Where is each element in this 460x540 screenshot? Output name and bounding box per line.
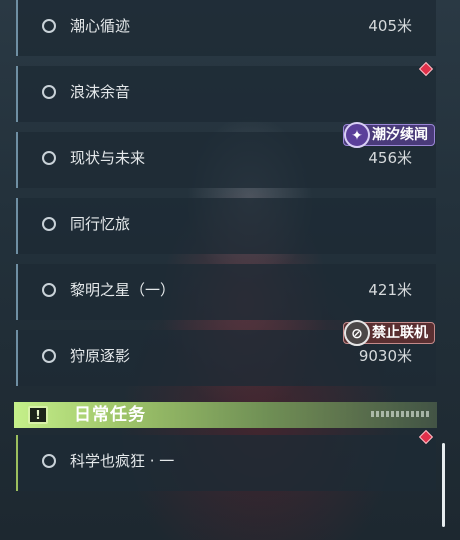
quest-name: 浪沫余音 (70, 83, 131, 101)
track-radio-icon[interactable] (42, 85, 56, 99)
track-radio-icon[interactable] (42, 151, 56, 165)
quest-name: 黎明之星（一） (70, 281, 176, 299)
quest-distance: 405米 (368, 17, 412, 35)
track-radio-icon[interactable] (42, 454, 56, 468)
quest-row[interactable]: 潮心循迹 405米 (16, 0, 436, 56)
daily-section-header: ! 日常任务 (14, 402, 437, 428)
quest-name: 现状与未来 (70, 149, 146, 167)
decorative-pattern (371, 411, 429, 417)
tide-event-badge: ✦ 潮汐续闻 (343, 122, 435, 148)
quest-row[interactable]: 同行忆旅 (16, 198, 436, 254)
quest-distance: 9030米 (358, 347, 412, 365)
quest-distance: 421米 (368, 281, 412, 299)
quest-row[interactable]: 浪沫余音 (16, 66, 436, 122)
quest-name: 潮心循迹 (70, 17, 131, 35)
track-radio-icon[interactable] (42, 283, 56, 297)
quest-distance: 456米 (368, 149, 412, 167)
track-radio-icon[interactable] (42, 349, 56, 363)
badge-label: 潮汐续闻 (372, 127, 428, 143)
quest-name: 狩原逐影 (70, 347, 131, 365)
alert-icon: ! (28, 406, 48, 424)
scrollbar-thumb[interactable] (442, 443, 445, 527)
quest-name: 科学也疯狂 · 一 (70, 452, 175, 470)
quest-name: 同行忆旅 (70, 215, 131, 233)
track-radio-icon[interactable] (42, 19, 56, 33)
quest-row[interactable]: 黎明之星（一） 421米 (16, 264, 436, 320)
sparkle-icon: ✦ (344, 122, 370, 148)
badge-label: 禁止联机 (372, 325, 428, 341)
daily-quest-row[interactable]: 科学也疯狂 · 一 (16, 435, 436, 491)
no-coop-icon: ⊘ (344, 320, 370, 346)
section-title: 日常任务 (74, 405, 146, 425)
no-coop-badge: ⊘ 禁止联机 (343, 320, 435, 346)
track-radio-icon[interactable] (42, 217, 56, 231)
